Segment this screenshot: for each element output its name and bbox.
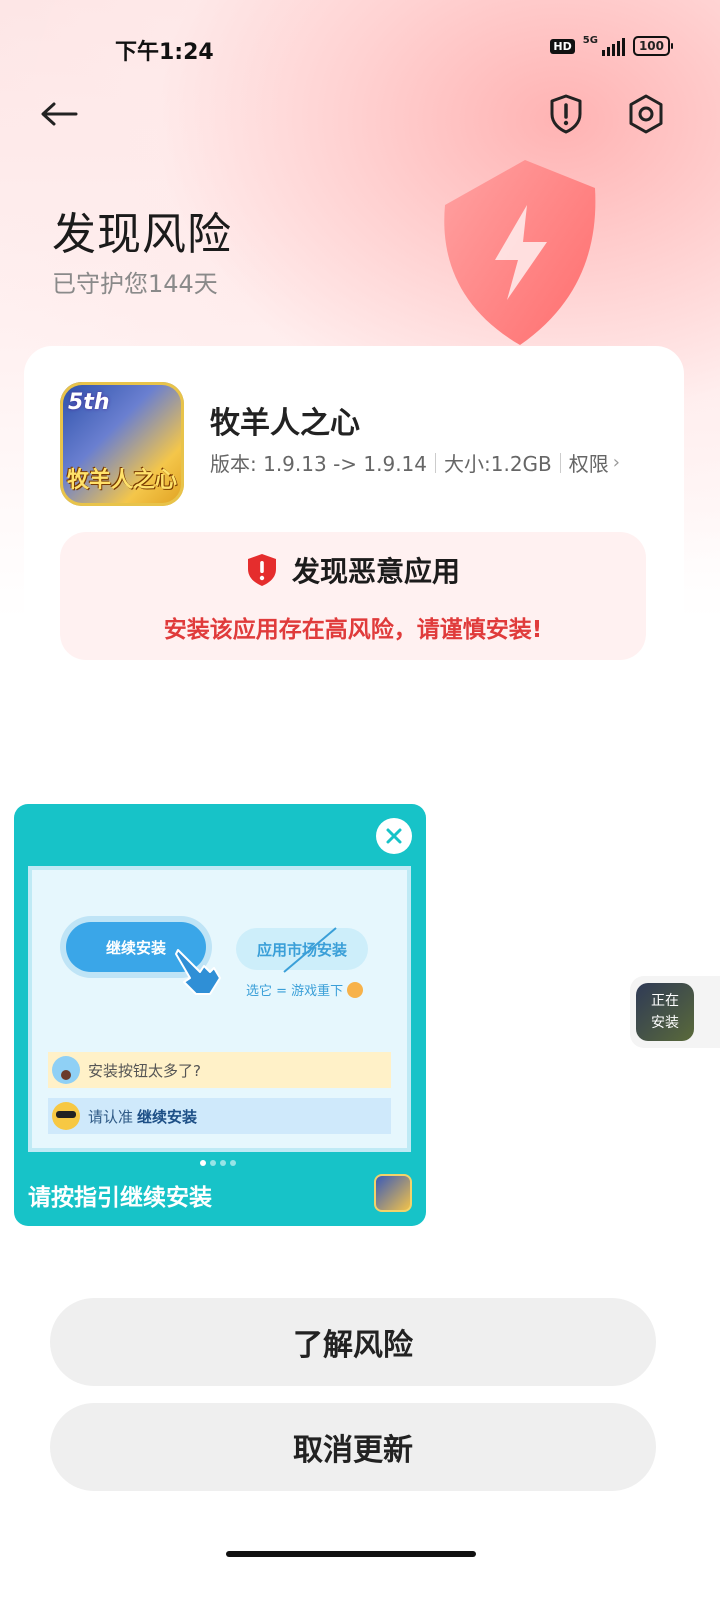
- market-note: 选它 = 游戏重下: [246, 980, 364, 999]
- app-name: 牧羊人之心: [210, 406, 360, 441]
- scared-emoji-icon: [52, 1056, 80, 1084]
- strike-icon: [283, 927, 337, 973]
- status-time: 下午1:24: [115, 40, 214, 65]
- tip-look-for-continue: 请认准 继续安装: [48, 1098, 391, 1134]
- status-icons: HD 5G 100: [550, 36, 674, 56]
- page-title: 发现风险: [52, 209, 232, 260]
- warning-text: 安装该应用存在高风险，请谨慎安装!: [163, 617, 543, 643]
- security-report-button[interactable]: [542, 90, 590, 138]
- divider: [435, 452, 437, 473]
- tip-1-text: 安装按钮太多了?: [88, 1061, 201, 1080]
- permissions-label: 权限: [568, 452, 609, 476]
- app-icon-badge: 5th: [68, 390, 110, 415]
- settings-button[interactable]: [622, 90, 670, 138]
- installing-label: 正在 安装: [636, 990, 694, 1034]
- network-type: 5G: [582, 35, 598, 46]
- back-button[interactable]: [36, 92, 84, 140]
- warning-title: 发现恶意应用: [291, 555, 460, 588]
- risk-shield-icon: [444, 160, 596, 345]
- hd-badge: HD: [550, 38, 575, 54]
- cancel-update-button[interactable]: 取消更新: [50, 1403, 656, 1491]
- danger-shield-icon: [247, 554, 276, 586]
- guide-app-thumbnail: [374, 1174, 412, 1212]
- tip-2-prefix: 请认准: [88, 1107, 134, 1126]
- app-icon: 5th 牧羊人之心: [60, 382, 184, 506]
- carousel-dot: [200, 1160, 206, 1166]
- chevron-right-icon: ›: [612, 452, 620, 473]
- carousel-dot: [210, 1160, 216, 1166]
- sunglasses-emoji-icon: [52, 1102, 80, 1130]
- guide-caption: 请按指引继续安装: [28, 1185, 212, 1211]
- learn-risk-button[interactable]: 了解风险: [50, 1298, 656, 1386]
- signal-icon: 5G: [583, 36, 625, 56]
- app-size: 大小:1.2GB: [444, 452, 552, 476]
- close-guide-button[interactable]: [376, 818, 412, 854]
- back-arrow-icon: [41, 102, 78, 126]
- market-note-text: 选它 = 游戏重下: [246, 984, 344, 999]
- home-indicator[interactable]: [226, 1551, 476, 1557]
- shield-alert-icon: [550, 94, 582, 134]
- app-icon-logo: 牧羊人之心: [66, 468, 177, 493]
- pointing-hand-icon: [175, 949, 221, 995]
- warning-header: 发现恶意应用: [60, 550, 646, 590]
- close-icon: [386, 828, 402, 844]
- tip-2-highlight: 继续安装: [137, 1107, 198, 1126]
- malware-warning: 发现恶意应用 安装该应用存在高风险，请谨慎安装!: [60, 532, 646, 660]
- carousel-dots: [200, 1160, 236, 1166]
- battery-icon: 100: [632, 36, 674, 56]
- app-version: 版本: 1.9.13 -> 1.9.14: [210, 452, 428, 476]
- app-meta: 版本: 1.9.13 -> 1.9.14 大小:1.2GB 权限 ›: [210, 448, 620, 477]
- carousel-dot: [220, 1160, 226, 1166]
- carousel-dot: [230, 1160, 236, 1166]
- divider: [559, 452, 561, 473]
- settings-icon: [629, 94, 663, 134]
- tip-too-many-buttons: 安装按钮太多了?: [48, 1052, 391, 1088]
- crying-emoji-icon: [347, 981, 364, 998]
- protection-days: 已守护您144天: [52, 270, 218, 298]
- installing-line-2: 安装: [651, 1015, 679, 1031]
- installing-line-1: 正在: [651, 993, 679, 1009]
- permissions-link[interactable]: 权限 ›: [569, 448, 620, 477]
